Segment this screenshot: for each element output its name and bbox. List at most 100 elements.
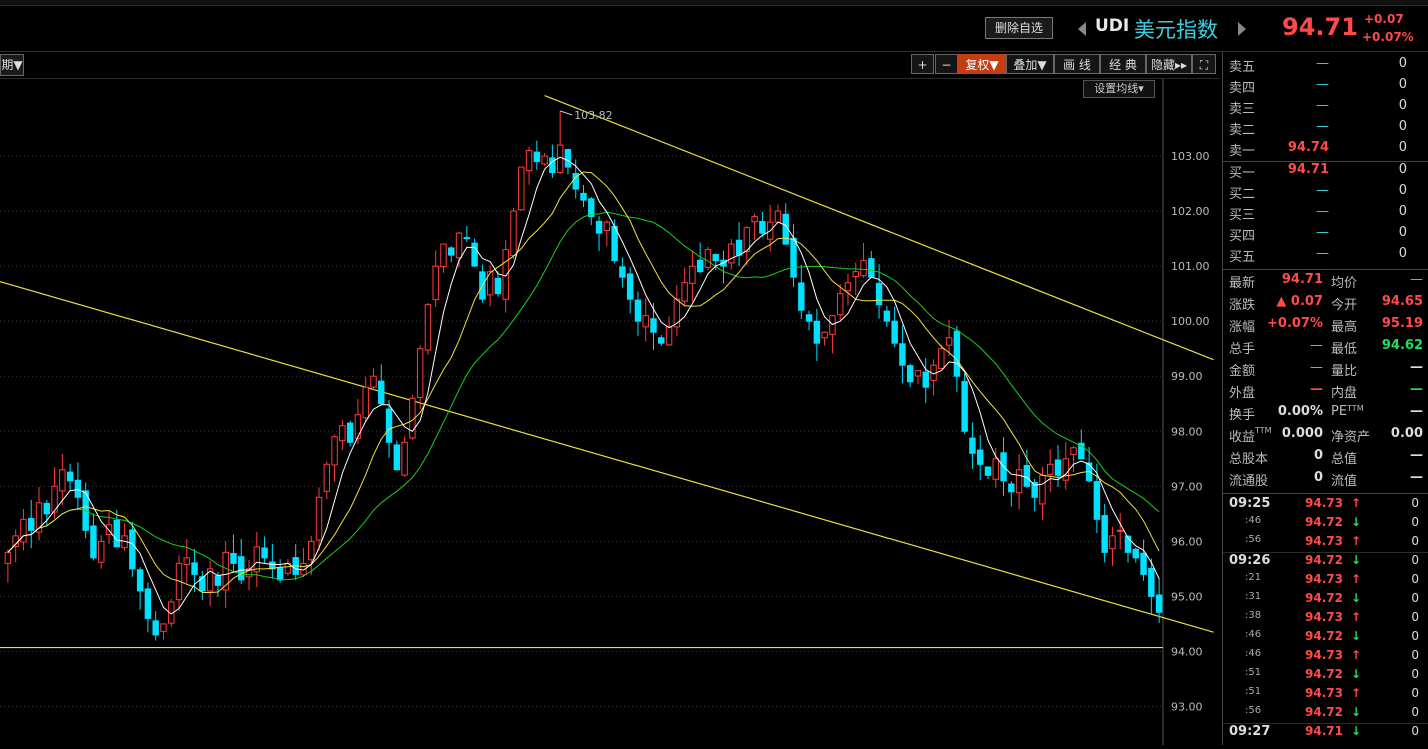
candle-body [323, 463, 331, 492]
arrow-up-icon: ↑ [1351, 610, 1362, 624]
stat-label: 总股本 [1229, 452, 1269, 467]
tick-row: :46 94.72 ↓ 0 [1223, 629, 1428, 648]
candle-body [992, 458, 999, 480]
tick-volume: 0 [1411, 553, 1419, 567]
tick-time: :46 [1245, 629, 1262, 640]
stat-row: 流通股 0 流值 — [1223, 470, 1428, 491]
classic-view-button[interactable]: 经 典 [1100, 54, 1146, 74]
tick-volume: 0 [1411, 686, 1419, 700]
stat-row: 涨幅 +0.07% 最高 95.19 [1223, 316, 1428, 337]
adjust-rights-dropdown[interactable]: 复权▼ [958, 54, 1006, 74]
order-book-price: 94.71 [1287, 162, 1329, 177]
stat-value: — [1310, 338, 1323, 353]
y-tick-label: 94.00 [1171, 645, 1203, 658]
next-symbol-icon[interactable] [1238, 22, 1246, 36]
kline-chart[interactable]: 103.00 102.00 101.00 100.00 99.00 98.00 97.00 9… [0, 79, 1220, 745]
candle-body [20, 518, 27, 543]
stat-label: 量比 [1331, 364, 1358, 379]
tick-time: 09:26 [1229, 553, 1271, 568]
candle-body [759, 220, 766, 234]
stat-row: 总手 — 最低 94.62 [1223, 338, 1428, 359]
candle-body [1015, 469, 1023, 494]
ttm-superscript: TTM [1347, 404, 1364, 413]
order-book-row: 买三 — 0 [1223, 204, 1428, 225]
overlay-dropdown[interactable]: 叠加▼ [1006, 54, 1054, 74]
candle-body [253, 546, 261, 573]
remove-favorite-button[interactable]: 删除自选 [985, 17, 1053, 39]
zoom-in-button[interactable]: + [911, 54, 934, 74]
tick-row: :51 94.72 ↓ 0 [1223, 667, 1428, 686]
candle-body [969, 437, 976, 454]
candle-body [191, 562, 198, 575]
candle-body [66, 471, 74, 482]
candle-body [510, 210, 517, 256]
tick-price: 94.72 [1305, 591, 1343, 605]
order-book-row: 买二 — 0 [1223, 183, 1428, 204]
tick-volume: 0 [1411, 705, 1419, 719]
stat-value: 94.71 [1281, 272, 1323, 287]
order-book-row: 买四 — 0 [1223, 225, 1428, 246]
tick-volume: 0 [1411, 724, 1419, 738]
candle-body [976, 449, 984, 465]
tick-time: :51 [1245, 686, 1262, 697]
order-book-row: 买一 94.71 0 [1223, 162, 1428, 183]
stat-value: 0 [1313, 448, 1323, 463]
candle-body [129, 529, 136, 570]
candle-body [339, 425, 346, 442]
symbol-code: UDI [1095, 16, 1130, 36]
order-book-volume: 0 [1398, 77, 1407, 92]
order-book-volume: 0 [1398, 162, 1407, 177]
candle-body [276, 567, 284, 581]
candle-body [595, 220, 603, 234]
high-marker-pointer [560, 110, 573, 116]
candle-body [836, 293, 844, 316]
candle-body [354, 414, 362, 439]
candle-body [798, 282, 805, 311]
arrow-down-icon: ↓ [1351, 553, 1362, 567]
order-book-row: 卖二 — 0 [1223, 119, 1428, 140]
order-book-label: 卖三 [1229, 102, 1256, 117]
stat-label: 流值 [1331, 474, 1358, 489]
stat-label: PETTM [1331, 404, 1364, 419]
tick-volume: 0 [1411, 534, 1419, 548]
chart-toolbar: 期▼ + − 复权▼ 叠加▼ 画 线 经 典 隐藏▸▸ ⛶ [0, 52, 1220, 79]
y-tick-label: 103.00 [1171, 150, 1210, 163]
stat-value: — [1410, 448, 1423, 463]
tick-price: 94.73 [1305, 610, 1343, 624]
candle-body [4, 551, 12, 564]
candle-body [416, 348, 424, 398]
tick-price: 94.72 [1305, 629, 1343, 643]
zoom-out-button[interactable]: − [935, 54, 958, 74]
arrow-up-icon: ↑ [1351, 648, 1362, 662]
previous-symbol-icon[interactable] [1078, 22, 1086, 36]
stat-label: 净资产 [1331, 430, 1371, 445]
stat-label: 内盘 [1331, 386, 1358, 401]
tick-row: :46 94.73 ↑ 0 [1223, 648, 1428, 667]
candle-body [883, 310, 891, 322]
candle-body [906, 365, 914, 383]
candle-body [393, 444, 401, 471]
fullscreen-icon[interactable]: ⛶ [1192, 54, 1216, 74]
order-book-row: 卖一 94.74 0 [1223, 140, 1428, 161]
candle-body [914, 370, 922, 377]
candle-body [533, 151, 541, 163]
candle-body [1155, 594, 1163, 613]
hide-panel-button[interactable]: 隐藏▸▸ [1146, 54, 1192, 74]
stat-value: — [1410, 470, 1423, 485]
arrow-up-icon: ↑ [1351, 496, 1362, 510]
order-book-label: 卖四 [1229, 81, 1256, 96]
candle-body [331, 436, 338, 466]
kline-chart-canvas[interactable]: 103.00 102.00 101.00 100.00 99.00 98.00 97.00 9… [0, 79, 1220, 745]
draw-line-button[interactable]: 画 线 [1054, 54, 1100, 74]
stat-value: 95.19 [1381, 316, 1423, 331]
candle-body [642, 315, 649, 328]
candle-body [59, 469, 66, 492]
ttm-superscript: TTM [1255, 426, 1272, 435]
tick-time: :31 [1245, 591, 1262, 602]
period-dropdown[interactable]: 期▼ [0, 54, 24, 76]
tick-row: :56 94.73 ↑ 0 [1223, 534, 1428, 553]
candle-body [308, 540, 315, 561]
order-book-price: — [1316, 56, 1329, 71]
candle-body [98, 540, 105, 563]
candle-body [844, 282, 852, 292]
